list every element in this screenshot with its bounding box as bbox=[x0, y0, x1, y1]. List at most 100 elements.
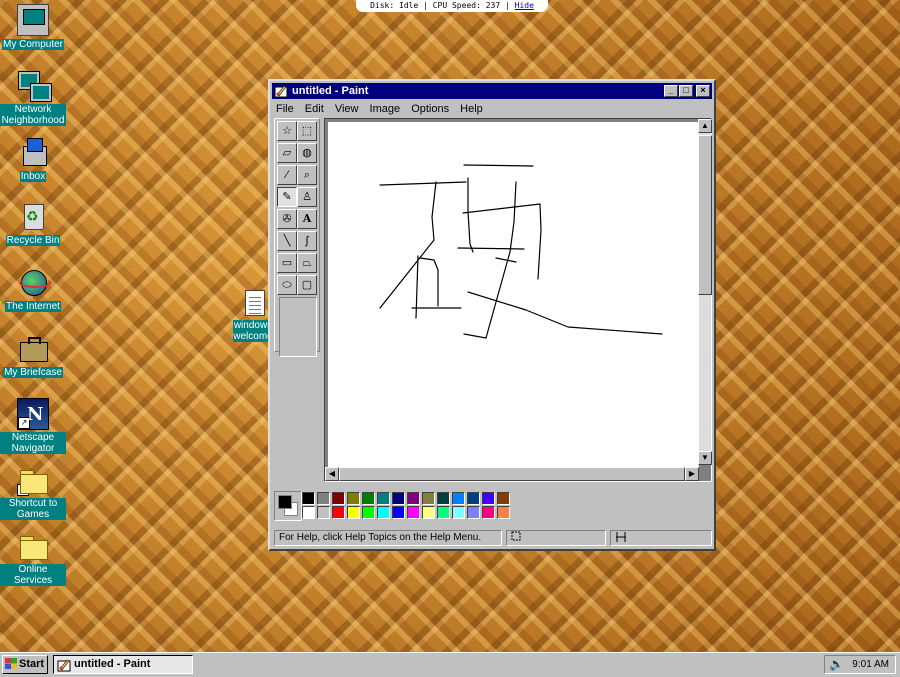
taskbar-button-paint[interactable]: untitled - Paint bbox=[53, 655, 193, 674]
palette-color-swatch[interactable] bbox=[407, 492, 420, 505]
desktop-icon-label: Inbox bbox=[19, 171, 47, 182]
magnifier-tool[interactable]: ⌕ bbox=[297, 165, 317, 185]
shortcut-arrow-icon: ↗ bbox=[17, 484, 29, 496]
palette-color-swatch[interactable] bbox=[467, 506, 480, 519]
palette-color-swatch[interactable] bbox=[302, 506, 315, 519]
desktop-icon-the-internet[interactable]: The Internet bbox=[0, 266, 66, 312]
palette-color-swatch[interactable] bbox=[482, 506, 495, 519]
menu-help[interactable]: Help bbox=[456, 100, 487, 118]
system-status-strip: Disk: Idle | CPU Speed: 237 | Hide bbox=[356, 0, 548, 12]
desktop-icon-network-neighborhood[interactable]: Network Neighborhood bbox=[0, 70, 66, 126]
desktop-icon-online-services[interactable]: Online Services bbox=[0, 530, 66, 586]
palette-color-swatch[interactable] bbox=[377, 492, 390, 505]
scroll-down-button[interactable]: ▼ bbox=[698, 451, 712, 465]
curve-tool[interactable]: ∫ bbox=[297, 231, 317, 251]
palette-color-swatch[interactable] bbox=[482, 492, 495, 505]
menu-options[interactable]: Options bbox=[407, 100, 453, 118]
palette-color-swatch[interactable] bbox=[317, 506, 330, 519]
status-bar: For Help, click Help Topics on the Help … bbox=[272, 529, 712, 547]
folder-icon bbox=[17, 530, 49, 562]
pick-color-tool[interactable]: ⁄ bbox=[277, 165, 297, 185]
palette-color-swatch[interactable] bbox=[407, 506, 420, 519]
drawn-stroke bbox=[463, 181, 517, 339]
horizontal-scrollbar[interactable]: ◀ ▶ bbox=[325, 467, 699, 481]
brush-tool[interactable]: ♙ bbox=[297, 187, 317, 207]
desktop-icon-label-line2: welcome bbox=[233, 331, 273, 342]
desktop-icon-inbox[interactable]: Inbox bbox=[0, 136, 66, 182]
select-tool[interactable]: ⬚ bbox=[297, 121, 317, 141]
palette-color-swatch[interactable] bbox=[467, 492, 480, 505]
netscape-icon: ↗ bbox=[17, 398, 49, 430]
desktop-icon-my-computer[interactable]: My Computer bbox=[0, 4, 66, 50]
palette-color-swatch[interactable] bbox=[422, 506, 435, 519]
palette-color-swatch[interactable] bbox=[332, 492, 345, 505]
rounded-rectangle-tool[interactable]: ▢ bbox=[297, 275, 317, 295]
taskbar-button-label: untitled - Paint bbox=[74, 658, 151, 670]
palette-color-swatch[interactable] bbox=[347, 506, 360, 519]
desktop-icon-label: Netscape Navigator bbox=[0, 432, 66, 454]
desktop-icon-shortcut-to-games[interactable]: ↗ Shortcut to Games bbox=[0, 464, 66, 520]
palette-color-swatch[interactable] bbox=[437, 506, 450, 519]
palette-color-swatch[interactable] bbox=[437, 492, 450, 505]
horizontal-scroll-thumb[interactable] bbox=[339, 467, 685, 481]
palette-color-swatch[interactable] bbox=[452, 492, 465, 505]
palette-color-swatch[interactable] bbox=[362, 506, 375, 519]
menu-file[interactable]: File bbox=[272, 100, 298, 118]
recycle-bin-icon bbox=[17, 200, 49, 232]
tool-options-box[interactable] bbox=[279, 297, 317, 357]
desktop-icon-label: The Internet bbox=[5, 301, 61, 312]
start-button[interactable]: Start bbox=[2, 655, 48, 674]
desktop-icon-recycle-bin[interactable]: Recycle Bin bbox=[0, 200, 66, 246]
palette-color-swatch[interactable] bbox=[317, 492, 330, 505]
palette-color-swatch[interactable] bbox=[392, 492, 405, 505]
palette-color-swatch[interactable] bbox=[497, 492, 510, 505]
airbrush-tool[interactable]: ✇ bbox=[277, 209, 297, 229]
desktop-icon-label: Shortcut to Games bbox=[0, 498, 66, 520]
fill-with-color-tool[interactable]: ◍ bbox=[297, 143, 317, 163]
palette-color-swatch[interactable] bbox=[452, 506, 465, 519]
palette-color-swatch[interactable] bbox=[332, 506, 345, 519]
rectangle-tool[interactable]: ▭ bbox=[277, 253, 297, 273]
computer-icon bbox=[17, 4, 49, 36]
desktop-icon-label: My Computer bbox=[1, 39, 64, 50]
desktop-icon-my-briefcase[interactable]: My Briefcase bbox=[0, 332, 66, 378]
folder-icon: ↗ bbox=[17, 464, 49, 496]
polygon-tool[interactable]: ⏢ bbox=[297, 253, 317, 273]
free-form-select-tool[interactable]: ☆ bbox=[277, 121, 297, 141]
palette-color-swatch[interactable] bbox=[377, 506, 390, 519]
scroll-left-button[interactable]: ◀ bbox=[325, 467, 339, 481]
windows-logo-icon bbox=[5, 658, 17, 669]
maximize-button[interactable]: □ bbox=[679, 85, 693, 97]
palette-color-swatch[interactable] bbox=[362, 492, 375, 505]
clock[interactable]: 9:01 AM bbox=[852, 656, 889, 673]
desktop-icon-windows-welcome[interactable]: windows welcome bbox=[233, 290, 273, 342]
scroll-right-button[interactable]: ▶ bbox=[685, 467, 699, 481]
drawing-canvas[interactable] bbox=[328, 122, 699, 467]
title-bar[interactable]: untitled - Paint _ □ × bbox=[272, 83, 712, 99]
scroll-up-button[interactable]: ▲ bbox=[698, 119, 712, 133]
ellipse-tool[interactable]: ⬭ bbox=[277, 275, 297, 295]
minimize-button[interactable]: _ bbox=[664, 85, 678, 97]
menu-view[interactable]: View bbox=[331, 100, 363, 118]
close-button[interactable]: × bbox=[696, 85, 710, 97]
vertical-scrollbar[interactable]: ▲ ▼ bbox=[698, 119, 712, 465]
line-tool[interactable]: ╲ bbox=[277, 231, 297, 251]
menu-image[interactable]: Image bbox=[366, 100, 405, 118]
palette-color-swatch[interactable] bbox=[347, 492, 360, 505]
cursor-position-field bbox=[506, 530, 606, 546]
vertical-scroll-thumb[interactable] bbox=[698, 135, 712, 295]
speaker-icon[interactable]: 🔈 bbox=[829, 656, 844, 673]
system-status-text: Disk: Idle | CPU Speed: 237 | bbox=[370, 1, 510, 10]
palette-color-swatch[interactable] bbox=[422, 492, 435, 505]
text-tool[interactable]: A bbox=[297, 209, 317, 229]
palette-color-swatch[interactable] bbox=[497, 506, 510, 519]
paint-window[interactable]: untitled - Paint _ □ × File Edit View Im… bbox=[268, 79, 716, 551]
hide-link[interactable]: Hide bbox=[515, 1, 534, 10]
menu-edit[interactable]: Edit bbox=[301, 100, 328, 118]
drawn-stroke bbox=[415, 255, 419, 319]
desktop-icon-netscape-navigator[interactable]: ↗ Netscape Navigator bbox=[0, 398, 66, 454]
palette-color-swatch[interactable] bbox=[392, 506, 405, 519]
pencil-tool[interactable]: ✎ bbox=[277, 187, 297, 207]
palette-color-swatch[interactable] bbox=[302, 492, 315, 505]
eraser-tool[interactable]: ▱ bbox=[277, 143, 297, 163]
